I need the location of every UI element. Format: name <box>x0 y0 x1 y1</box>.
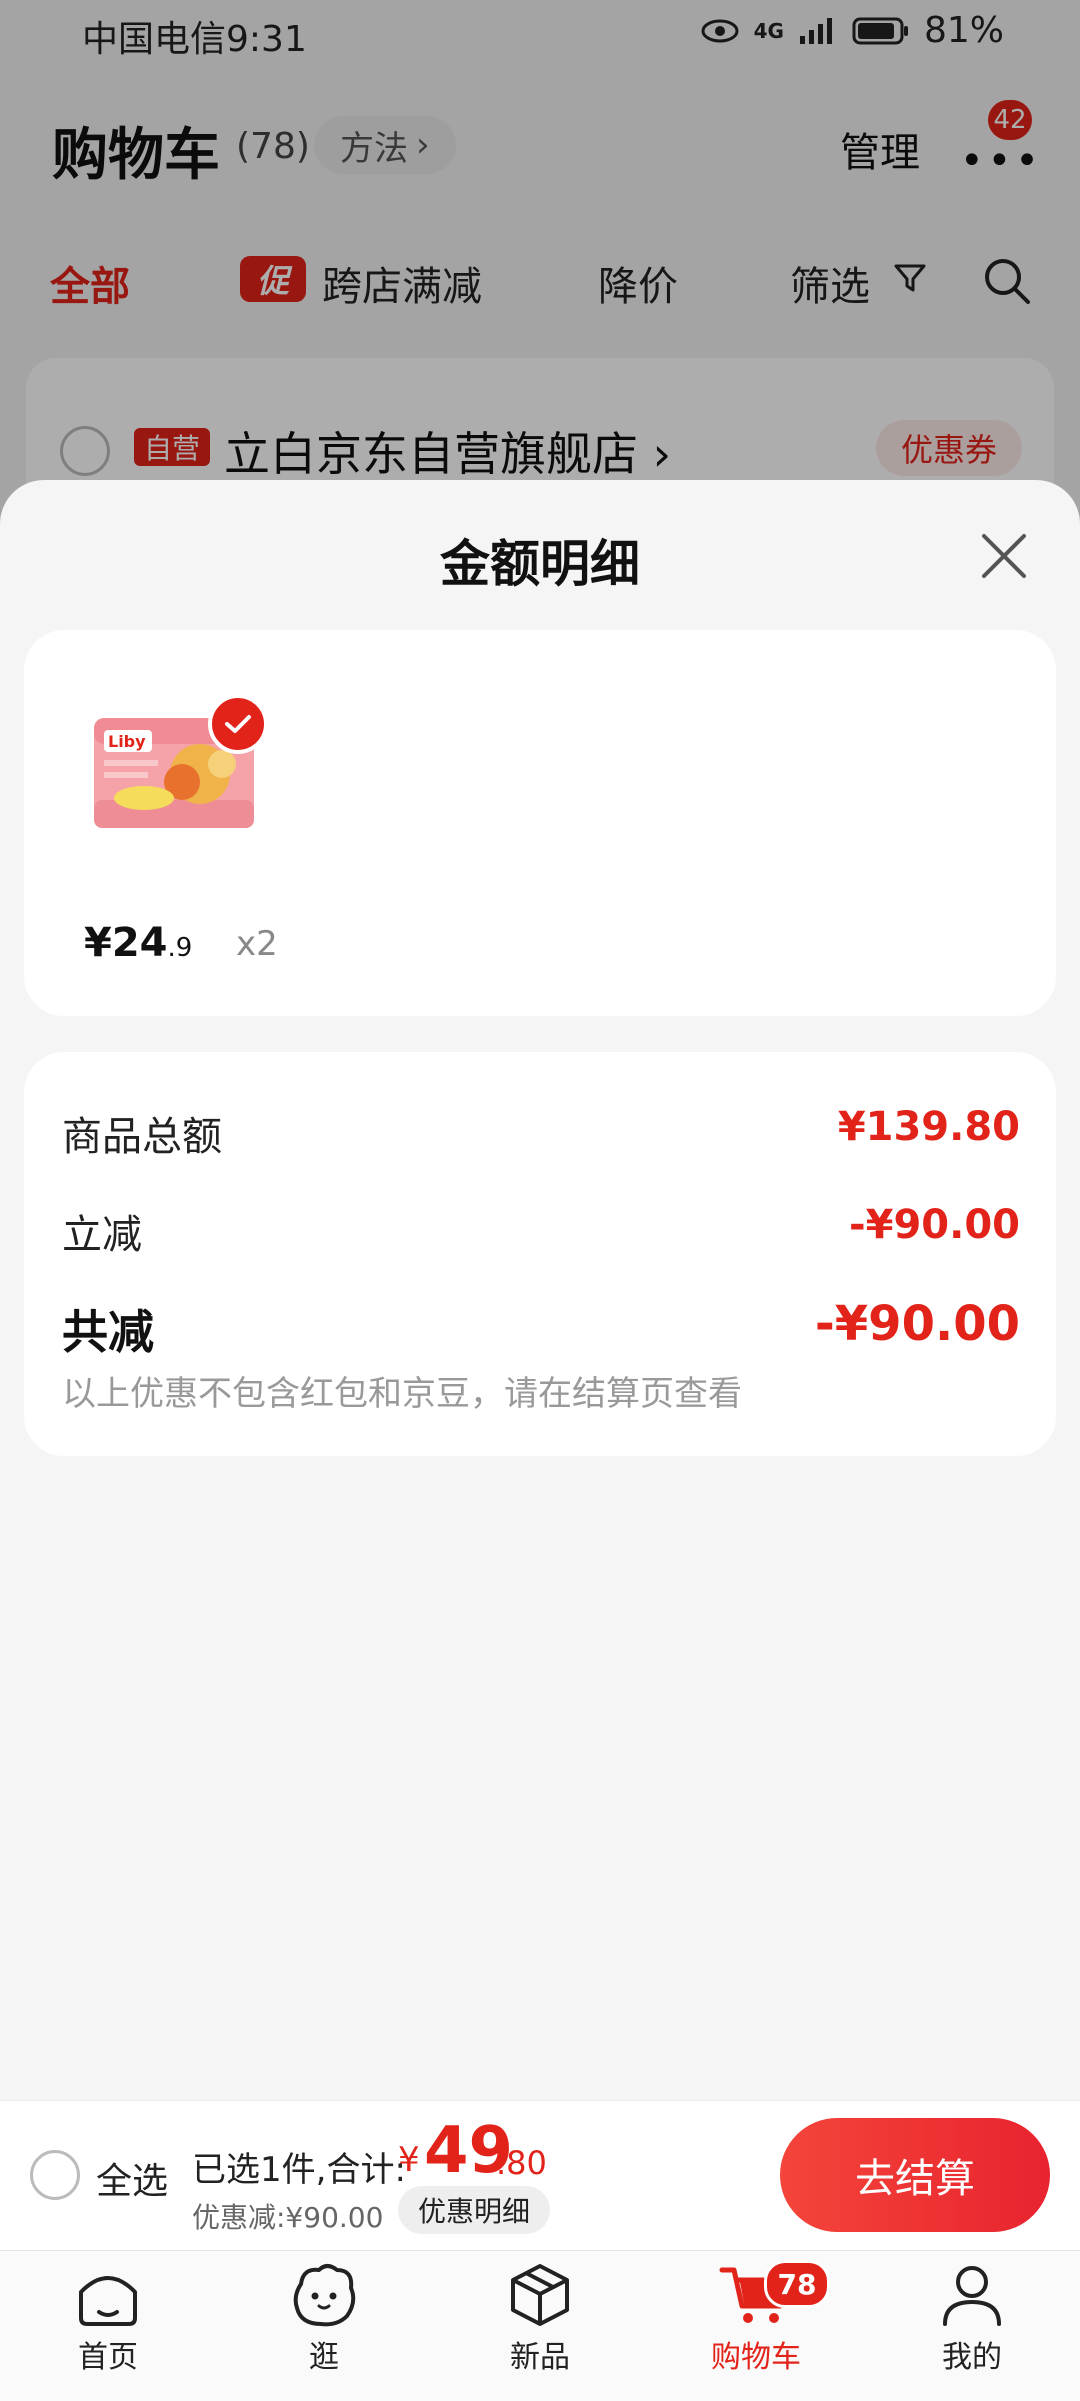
product-quantity: x2 <box>236 924 278 964</box>
instant-discount-label: 立减 <box>62 1212 142 1258</box>
box-icon <box>511 2264 569 2326</box>
select-all-checkbox[interactable] <box>30 2150 80 2200</box>
product-price: ¥24.9 <box>84 920 192 966</box>
tab-home-label: 首页 <box>78 2340 138 2375</box>
tab-browse-label: 逛 <box>309 2340 339 2375</box>
total-decimal: .80 <box>496 2144 547 2182</box>
check-icon <box>225 715 251 733</box>
product-price-main: ¥24 <box>84 920 168 966</box>
tab-home[interactable]: 首页 <box>28 2262 188 2376</box>
instant-discount-value: -¥90.00 <box>849 1202 1020 1248</box>
goods-total-label: 商品总额 <box>62 1114 222 1160</box>
tab-new[interactable]: 新品 <box>460 2262 620 2376</box>
face-icon <box>293 2264 356 2327</box>
total-discount-value: -¥90.00 <box>814 1296 1020 1352</box>
selected-summary: 已选1件,合计: <box>192 2150 406 2190</box>
tab-cart-label: 购物车 <box>711 2340 801 2375</box>
tab-me[interactable]: 我的 <box>892 2262 1052 2376</box>
discount-summary: 优惠减:¥90.00 <box>192 2201 384 2234</box>
product-price-decimal: .9 <box>167 933 193 963</box>
checkout-button[interactable]: 去结算 <box>780 2118 1050 2232</box>
discount-note: 以上优惠不包含红包和京豆，请在结算页查看 <box>62 1374 742 1414</box>
tab-me-label: 我的 <box>942 2340 1002 2375</box>
svg-text:Liby: Liby <box>108 732 146 751</box>
total-currency: ¥ <box>398 2140 420 2180</box>
cart-count-badge: 78 <box>764 2260 830 2308</box>
discount-detail-button[interactable]: 优惠明细 <box>398 2186 551 2234</box>
goods-total-value: ¥139.80 <box>837 1104 1020 1150</box>
user-icon <box>943 2266 1001 2326</box>
close-icon[interactable] <box>976 528 1032 584</box>
tab-browse[interactable]: 逛 <box>244 2262 404 2376</box>
sheet-title: 金额明细 <box>440 535 640 593</box>
select-all-label[interactable]: 全选 <box>96 2152 168 2204</box>
product-selected-check[interactable] <box>208 694 268 754</box>
tab-new-label: 新品 <box>510 2340 570 2375</box>
total-discount-label: 共减 <box>62 1305 154 1359</box>
home-icon <box>79 2276 137 2326</box>
